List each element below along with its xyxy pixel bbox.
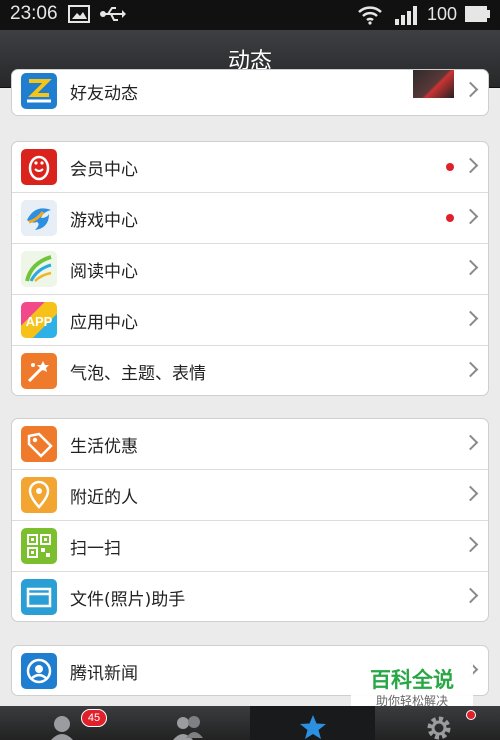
chevron-right-icon xyxy=(462,434,479,451)
battery-icon xyxy=(464,4,492,28)
svg-text:APP: APP xyxy=(26,314,53,329)
menu-item-vip-center[interactable]: 会员中心 xyxy=(12,142,488,193)
chevron-right-icon xyxy=(462,361,479,378)
chevron-right-icon xyxy=(462,208,479,225)
coupon-tag-icon xyxy=(21,426,57,462)
tools-group: 生活优惠 附近的人 扫一扫 文件(照片)助手 xyxy=(11,418,489,622)
bubble-theme-icon xyxy=(21,353,57,389)
location-pin-icon xyxy=(21,477,57,513)
unread-badge: 45 xyxy=(81,709,107,727)
menu-item-label: 应用中心 xyxy=(70,313,138,333)
menu-item-label: 气泡、主题、表情 xyxy=(70,364,206,384)
battery-level: 100 xyxy=(427,4,458,24)
bottom-tab-bar: 45 xyxy=(0,706,500,740)
menu-item-label: 文件(照片)助手 xyxy=(70,590,186,610)
tab-feed[interactable] xyxy=(250,706,375,740)
tencent-news-icon xyxy=(21,653,57,689)
star-icon xyxy=(299,714,327,740)
friend-photo-thumbnail xyxy=(413,70,454,98)
friends-feed-icon xyxy=(21,73,57,109)
gear-icon xyxy=(426,715,452,740)
tab-settings[interactable] xyxy=(375,706,500,740)
menu-item-label: 阅读中心 xyxy=(70,262,138,282)
menu-item-file-assistant[interactable]: 文件(照片)助手 xyxy=(12,572,488,621)
services-group: 会员中心 游戏中心 阅读中心 APP 应用中心 气泡、主题、表情 xyxy=(11,141,489,396)
chevron-right-icon xyxy=(462,259,479,276)
notification-dot xyxy=(446,214,454,222)
app-center-icon: APP xyxy=(21,302,57,338)
watermark-title: 百科全说 xyxy=(370,668,454,692)
chevron-right-icon xyxy=(462,310,479,327)
menu-item-friends-feed[interactable]: 好友动态 xyxy=(12,70,488,115)
person-icon xyxy=(49,714,75,740)
vip-penguin-icon xyxy=(21,149,57,185)
menu-item-label: 腾讯新闻 xyxy=(70,664,138,684)
chevron-right-icon xyxy=(462,485,479,502)
menu-item-label: 好友动态 xyxy=(70,84,138,104)
menu-item-label: 附近的人 xyxy=(70,488,138,508)
menu-item-life-deals[interactable]: 生活优惠 xyxy=(12,419,488,470)
chevron-right-icon xyxy=(462,81,479,98)
settings-notification-dot xyxy=(466,710,476,720)
tab-messages[interactable]: 45 xyxy=(0,706,125,740)
menu-item-bubble-theme[interactable]: 气泡、主题、表情 xyxy=(12,346,488,395)
chevron-right-icon xyxy=(462,536,479,553)
image-notification-icon xyxy=(68,5,90,27)
qr-scan-icon xyxy=(21,528,57,564)
menu-item-reading-center[interactable]: 阅读中心 xyxy=(12,244,488,295)
menu-item-nearby-people[interactable]: 附近的人 xyxy=(12,470,488,521)
menu-item-label: 生活优惠 xyxy=(70,437,138,457)
chevron-right-icon xyxy=(462,157,479,174)
menu-item-app-center[interactable]: APP 应用中心 xyxy=(12,295,488,346)
wifi-icon xyxy=(357,5,383,29)
usb-icon xyxy=(100,5,126,27)
file-folder-icon xyxy=(21,579,57,615)
chevron-right-icon xyxy=(462,587,479,604)
notification-dot xyxy=(446,163,454,171)
menu-item-game-center[interactable]: 游戏中心 xyxy=(12,193,488,244)
reading-center-icon xyxy=(21,251,57,287)
contacts-icon xyxy=(172,714,204,740)
menu-item-label: 扫一扫 xyxy=(70,539,121,559)
signal-icon xyxy=(394,5,420,29)
status-time: 23:06 xyxy=(10,3,58,24)
menu-item-label: 会员中心 xyxy=(70,160,138,180)
friends-feed-group: 好友动态 xyxy=(11,69,489,116)
menu-item-label: 游戏中心 xyxy=(70,211,138,231)
status-bar: 23:06 100 xyxy=(0,0,500,30)
menu-item-scan[interactable]: 扫一扫 xyxy=(12,521,488,572)
game-center-icon xyxy=(21,200,57,236)
tab-contacts[interactable] xyxy=(125,706,250,740)
